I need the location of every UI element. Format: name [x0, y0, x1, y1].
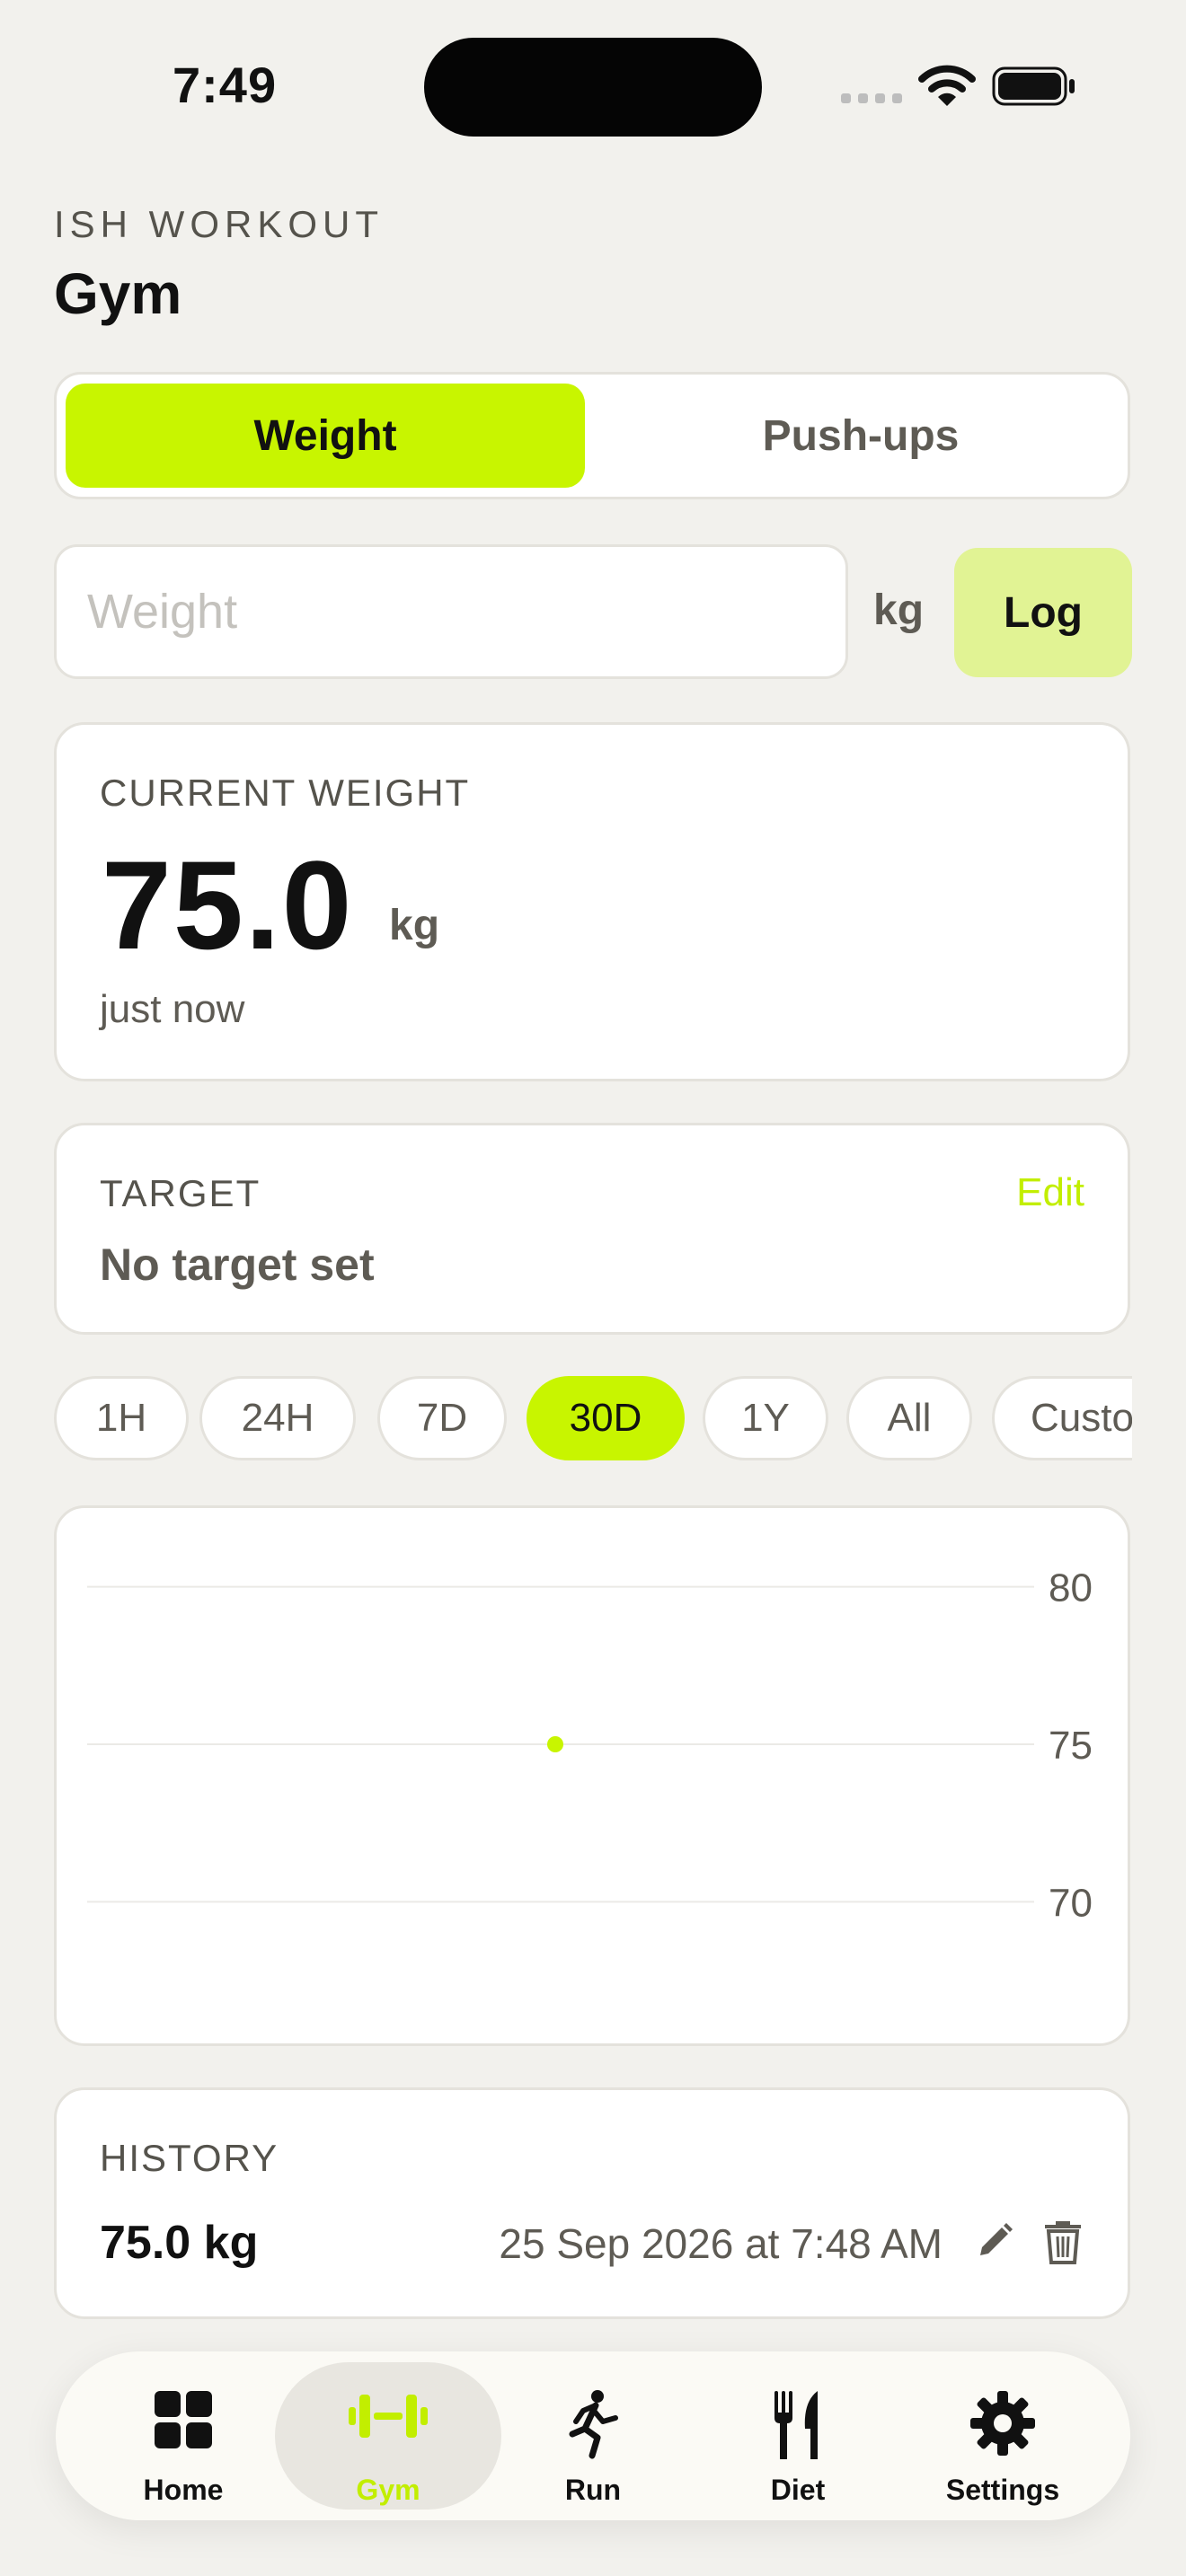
range-chip-all[interactable]: All — [846, 1376, 972, 1460]
range-chip-7d[interactable]: 7D — [377, 1376, 507, 1460]
range-chip-1h[interactable]: 1H — [54, 1376, 189, 1460]
history-label: HISTORY — [100, 2137, 279, 2179]
history-entry-date: 25 Sep 2026 at 7:48 AM — [499, 2220, 943, 2267]
current-weight-label: CURRENT WEIGHT — [100, 772, 471, 814]
edit-target-button[interactable]: Edit — [1016, 1170, 1084, 1215]
current-weight-value: 75.0 — [102, 834, 354, 975]
runner-icon — [569, 2390, 618, 2459]
chart-y-tick-label: 75 — [1049, 1724, 1093, 1768]
tab-settings[interactable]: Settings — [890, 2362, 1116, 2510]
grid-icon — [155, 2391, 212, 2448]
history-card: HISTORY 75.0 kg 25 Sep 2026 at 7:48 AM — [54, 2087, 1130, 2319]
tab-home-label: Home — [143, 2474, 224, 2506]
tab-bar: Home Gym Run Diet Settings — [56, 2351, 1130, 2520]
weight-chart-card: 80 75 70 — [54, 1505, 1130, 2046]
page-title: Gym — [54, 261, 182, 326]
trash-icon[interactable] — [1041, 2216, 1084, 2266]
cellular-signal-icon — [841, 93, 902, 103]
current-weight-time: just now — [100, 987, 245, 1031]
range-chip-custom[interactable]: Custom — [992, 1376, 1132, 1460]
log-button[interactable]: Log — [954, 548, 1132, 677]
status-time: 7:49 — [173, 57, 278, 113]
fork-knife-icon — [774, 2391, 818, 2459]
battery-icon — [992, 66, 1075, 106]
weight-input[interactable] — [54, 544, 848, 679]
tab-run[interactable]: Run — [480, 2362, 706, 2510]
tab-gym[interactable]: Gym — [275, 2362, 501, 2510]
pencil-icon[interactable] — [973, 2219, 1016, 2263]
wifi-icon — [918, 65, 976, 106]
range-chip-1y[interactable]: 1Y — [703, 1376, 828, 1460]
target-card: TARGET Edit No target set — [54, 1123, 1130, 1335]
dynamic-island — [424, 38, 762, 137]
range-chip-30d[interactable]: 30D — [527, 1376, 685, 1460]
tab-settings-label: Settings — [945, 2474, 1060, 2506]
gear-icon — [970, 2391, 1035, 2456]
app-eyebrow: ISH WORKOUT — [54, 203, 384, 245]
dumbbell-icon — [349, 2395, 428, 2438]
metric-segmented-control: Weight Push-ups — [54, 372, 1130, 499]
current-weight-card: CURRENT WEIGHT 75.0 kg just now — [54, 722, 1130, 1081]
tab-run-label: Run — [564, 2474, 622, 2506]
chart-y-tick-label: 70 — [1049, 1881, 1093, 1925]
tab-gym-label: Gym — [356, 2474, 420, 2506]
target-value: No target set — [100, 1239, 375, 1290]
history-entry-value: 75.0 kg — [100, 2217, 259, 2269]
tab-diet[interactable]: Diet — [685, 2362, 911, 2510]
time-range-selector: 1H 24H 7D 30D 1Y All Custom — [54, 1376, 1132, 1464]
tab-home[interactable]: Home — [70, 2362, 296, 2510]
chart-y-tick-label: 80 — [1049, 1566, 1093, 1610]
target-label: TARGET — [100, 1172, 261, 1214]
tab-diet-label: Diet — [770, 2474, 826, 2506]
current-weight-unit: kg — [389, 902, 440, 949]
segment-weight[interactable]: Weight — [66, 384, 585, 488]
weight-chart: 80 75 70 — [87, 1566, 1093, 1925]
unit-label: kg — [873, 587, 925, 634]
segment-push-ups[interactable]: Push-ups — [601, 384, 1120, 488]
range-chip-24h[interactable]: 24H — [199, 1376, 356, 1460]
chart-data-point[interactable] — [547, 1736, 563, 1752]
